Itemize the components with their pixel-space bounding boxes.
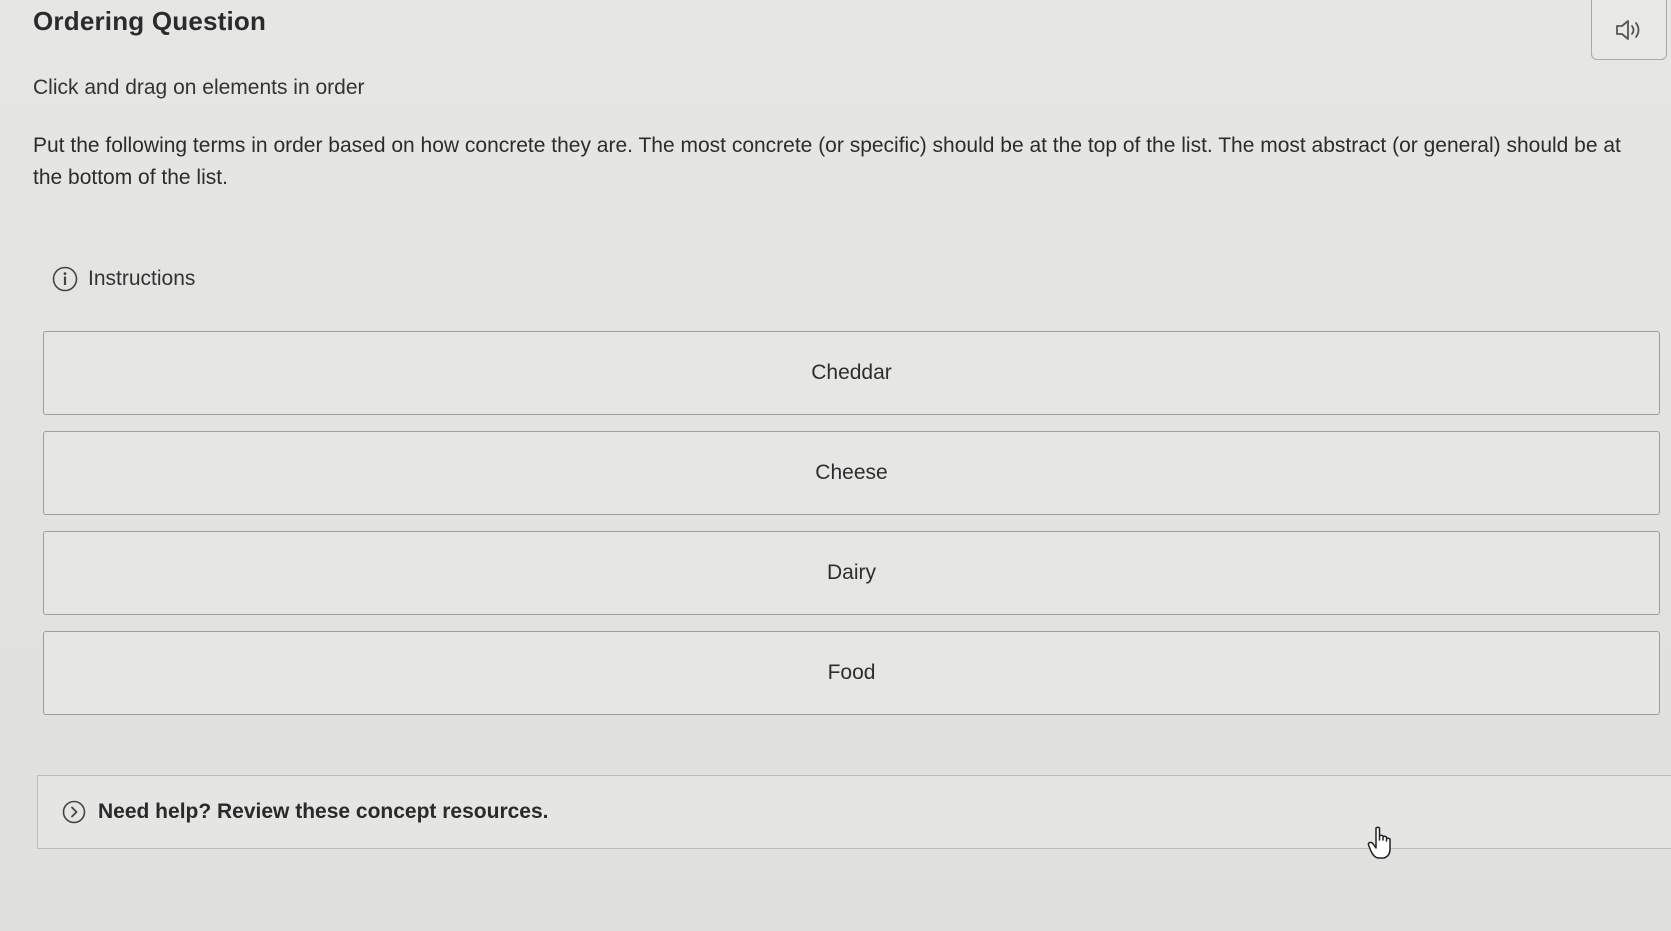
question-subtitle: Click and drag on elements in order	[33, 76, 365, 99]
chevron-circle-icon	[62, 800, 86, 824]
ordering-item-label: Food	[827, 661, 876, 684]
ordering-item-label: Cheddar	[811, 361, 892, 384]
audio-button[interactable]	[1591, 0, 1667, 60]
page: Ordering Question Click and drag on elem…	[0, 0, 1671, 931]
speaker-icon	[1614, 17, 1644, 43]
hand-cursor-icon	[1367, 825, 1395, 861]
info-icon	[52, 266, 78, 292]
page-title: Ordering Question	[33, 6, 267, 36]
ordering-item-cheddar[interactable]: Cheddar	[43, 331, 1660, 415]
instructions-label: Instructions	[88, 267, 196, 290]
concept-resources-label: Need help? Review these concept resource…	[98, 800, 549, 823]
question-prompt: Put the following terms in order based o…	[33, 134, 1621, 189]
ordering-item-cheese[interactable]: Cheese	[43, 431, 1660, 515]
ordering-item-label: Dairy	[826, 561, 876, 584]
ordering-item-label: Cheese	[815, 461, 888, 484]
instructions-toggle[interactable]: Instructions	[52, 266, 195, 292]
ordering-item-dairy[interactable]: Dairy	[43, 531, 1660, 615]
ordering-item-food[interactable]: Food	[43, 631, 1660, 715]
concept-resources-toggle[interactable]: Need help? Review these concept resource…	[37, 775, 1671, 849]
ordering-list: Cheddar Cheese Dairy Food	[43, 331, 1660, 731]
